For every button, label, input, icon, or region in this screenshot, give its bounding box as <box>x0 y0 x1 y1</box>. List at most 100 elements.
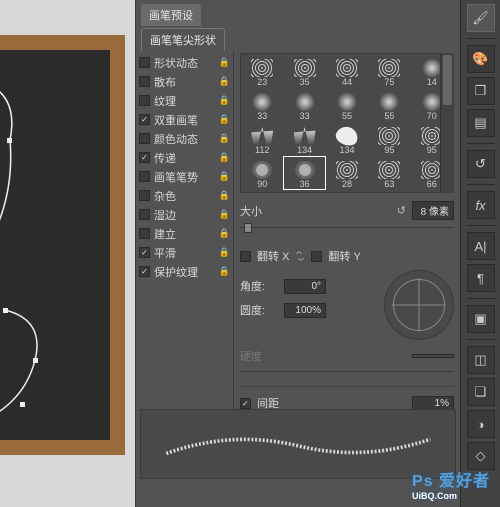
angle-dial[interactable] <box>384 270 454 340</box>
lock-icon[interactable]: 🔒 <box>219 95 230 106</box>
brush-option-4[interactable]: 颜色动态🔒 <box>136 129 233 148</box>
brush-option-2[interactable]: 纹理 🔒 <box>136 91 233 110</box>
brush-option-5[interactable]: ✓传递🔒 <box>136 148 233 167</box>
option-checkbox[interactable] <box>139 209 150 220</box>
brush-option-3[interactable]: ✓ 双重画笔 🔒 <box>136 110 233 129</box>
brush-thumb-63[interactable]: 63 <box>368 156 410 190</box>
tab-brush-presets[interactable]: 画笔预设 <box>141 4 201 26</box>
lock-icon[interactable]: 🔒 <box>219 209 230 220</box>
swatches-icon[interactable]: 🎨 <box>467 45 495 73</box>
brush-thumb-55[interactable]: 55 <box>368 88 410 122</box>
brush-thumb-44[interactable]: 44 <box>326 54 368 88</box>
brush-preview-icon <box>336 93 358 111</box>
lock-icon[interactable]: 🔒 <box>219 152 230 163</box>
lock-icon[interactable]: 🔒 <box>219 190 230 201</box>
brush-thumb-90[interactable]: 90 <box>241 156 283 190</box>
brush-option-8[interactable]: 湿边🔒 <box>136 205 233 224</box>
option-label: 双重画笔 <box>154 112 198 128</box>
brush-thumb-75[interactable]: 75 <box>368 54 410 88</box>
flip-x-label: 翻转 X <box>257 248 289 264</box>
brush-thumb-35[interactable]: 35 <box>283 54 325 88</box>
lock-icon[interactable]: 🔒 <box>219 57 230 68</box>
brush-grid-scrollbar[interactable] <box>440 53 454 193</box>
navigator-icon[interactable]: ▣ <box>467 305 495 333</box>
angle-value[interactable]: 0° <box>284 279 326 294</box>
option-checkbox[interactable]: ✓ <box>139 152 150 163</box>
brush-option-11[interactable]: ✓保护纹理🔒 <box>136 262 233 281</box>
panel-tabs-row2: 画笔笔尖形状 <box>136 24 460 51</box>
flip-x-checkbox[interactable] <box>240 251 251 262</box>
brush-option-9[interactable]: 建立🔒 <box>136 224 233 243</box>
option-label: 平滑 <box>154 245 176 261</box>
brush-thumb-28[interactable]: 28 <box>326 156 368 190</box>
brush-thumb-36[interactable]: 36 <box>283 156 325 190</box>
option-checkbox[interactable] <box>139 95 150 106</box>
lock-icon[interactable]: 🔒 <box>219 228 230 239</box>
brush-thumb-48[interactable]: 48 <box>368 190 410 193</box>
styles-icon[interactable]: fx <box>467 191 495 219</box>
option-checkbox[interactable]: ✓ <box>139 114 150 125</box>
brush-option-7[interactable]: 杂色🔒 <box>136 186 233 205</box>
option-checkbox[interactable] <box>139 190 150 201</box>
brush-size-label: 95 <box>427 145 437 155</box>
brush-thumbnail-grid[interactable]: 2335447514333355557011213413495959036286… <box>240 53 454 193</box>
brush-thumb-95[interactable]: 95 <box>368 122 410 156</box>
spacing-checkbox[interactable]: ✓ <box>240 398 251 409</box>
hardness-value <box>412 354 454 358</box>
channels-icon[interactable]: ◑ <box>467 410 495 438</box>
size-value[interactable]: 8 像素 <box>412 201 454 220</box>
brush-preview-icon <box>378 161 400 179</box>
option-checkbox[interactable] <box>139 57 150 68</box>
brush-option-10[interactable]: ✓ 平滑 🔒 <box>136 243 233 262</box>
brush-thumb-33[interactable]: 33 <box>283 88 325 122</box>
lock-icon[interactable]: 🔒 <box>219 171 230 182</box>
chalk-path-svg <box>0 50 110 440</box>
brush-thumb-134[interactable]: 134 <box>283 122 325 156</box>
option-checkbox[interactable]: ✓ <box>139 266 150 277</box>
size-slider[interactable] <box>240 222 454 234</box>
tab-brush-tip-shape[interactable]: 画笔笔尖形状 <box>141 28 225 51</box>
lock-icon[interactable]: 🔒 <box>219 247 230 258</box>
flip-y-checkbox[interactable] <box>311 251 322 262</box>
brush-thumb-33[interactable]: 33 <box>241 88 283 122</box>
clone-source-icon[interactable]: ❐ <box>467 77 495 105</box>
brush-option-0[interactable]: 形状动态🔒 <box>136 53 233 72</box>
lock-icon[interactable]: 🔒 <box>219 114 230 125</box>
size-row: 大小 ↺ 8 像素 <box>240 201 454 220</box>
history-icon[interactable]: ↺ <box>467 150 495 178</box>
lock-icon[interactable]: 🔒 <box>219 133 230 144</box>
roundness-label: 圆度: <box>240 302 278 318</box>
lock-icon[interactable]: 🔒 <box>219 266 230 277</box>
document-canvas[interactable] <box>0 0 135 507</box>
roundness-value[interactable]: 100% <box>284 303 326 318</box>
layers-icon[interactable]: ▤ <box>467 109 495 137</box>
brush-thumb-112[interactable]: 112 <box>241 122 283 156</box>
brush-size-label: 28 <box>342 179 352 189</box>
layers-stack-icon[interactable]: ❏ <box>467 378 495 406</box>
lock-icon[interactable]: 🔒 <box>219 76 230 87</box>
option-checkbox[interactable] <box>139 76 150 87</box>
option-checkbox[interactable] <box>139 228 150 239</box>
flip-link-icon <box>295 251 305 261</box>
option-label: 纹理 <box>154 93 176 109</box>
option-checkbox[interactable]: ✓ <box>139 247 150 258</box>
brush-option-6[interactable]: 画笔笔势 🔒 <box>136 167 233 186</box>
brush-preview-icon <box>251 161 273 179</box>
reset-size-icon[interactable]: ↺ <box>397 204 406 217</box>
brush-thumb-63[interactable]: 63 <box>283 190 325 193</box>
brushes-panel-icon[interactable]: 🖌 <box>467 4 495 32</box>
info-icon[interactable]: ◫ <box>467 346 495 374</box>
option-checkbox[interactable] <box>139 171 150 182</box>
brush-thumb-134[interactable]: 134 <box>326 122 368 156</box>
character-icon[interactable]: A| <box>467 232 495 260</box>
brush-thumb-55[interactable]: 55 <box>326 88 368 122</box>
paragraph-icon[interactable]: ¶ <box>467 264 495 292</box>
brush-size-label: 33 <box>300 111 310 121</box>
option-checkbox[interactable] <box>139 133 150 144</box>
brush-thumb-39[interactable]: 39 <box>241 190 283 193</box>
option-label: 画笔笔势 <box>154 169 198 185</box>
brush-thumb-23[interactable]: 23 <box>241 54 283 88</box>
paths-icon[interactable]: ◇ <box>467 442 495 470</box>
brush-thumb-11[interactable]: 11 <box>326 190 368 193</box>
brush-option-1[interactable]: 散布🔒 <box>136 72 233 91</box>
